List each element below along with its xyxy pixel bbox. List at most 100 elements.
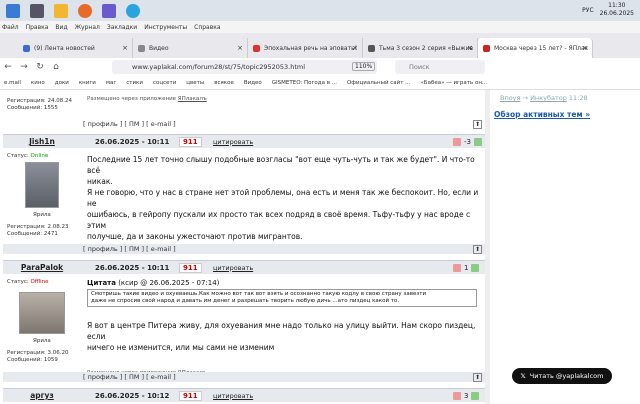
author-meta: Регистрация: 3.06.20 Сообщений: 1059: [7, 350, 69, 363]
scroll-up-icon[interactable]: ⬆: [473, 373, 483, 382]
bookmark-item[interactable]: книги: [79, 80, 96, 86]
close-icon[interactable]: ×: [122, 44, 128, 52]
forward-icon[interactable]: →: [16, 62, 32, 72]
close-icon[interactable]: ×: [352, 44, 358, 52]
windows-icon[interactable]: [6, 3, 20, 18]
home-icon[interactable]: ⌂: [48, 62, 64, 72]
taskbar: РУС 11:30 26.06.2025: [0, 0, 640, 21]
bookmark-item[interactable]: «Бабеа» — играть он...: [420, 80, 487, 86]
rating: -3: [453, 137, 482, 146]
bookmark-item[interactable]: соцсети: [153, 80, 176, 86]
author-name[interactable]: аргуз: [3, 391, 81, 400]
quote-button[interactable]: цитировать: [213, 264, 253, 272]
menu-tools[interactable]: Инструменты: [144, 24, 187, 31]
thumbs-down-icon[interactable]: [453, 137, 461, 146]
tab-series[interactable]: Тьма 3 сезон 2 серия «Выжив ×: [363, 38, 478, 58]
menu-view[interactable]: Вид: [55, 24, 67, 31]
x-logo-icon: 𝕏: [520, 372, 526, 380]
post-date: 26.06.2025 - 10:12: [95, 391, 170, 400]
lang-indicator[interactable]: РУС: [582, 7, 593, 14]
bookmark-item[interactable]: GISMETEO: Погода в ...: [272, 80, 337, 86]
tab-youtube[interactable]: Эпохальная речь на эповать! ×: [248, 38, 363, 58]
bookmark-item[interactable]: e.mail: [4, 80, 21, 86]
author-name[interactable]: Jish1n: [3, 137, 81, 146]
zoom-level[interactable]: 110%: [352, 62, 376, 71]
vote-counter[interactable]: 911: [179, 262, 202, 273]
post-date: 26.06.2025 - 10:11: [95, 137, 170, 146]
post-header: Jish1n 26.06.2025 - 10:11 911 цитировать…: [3, 134, 485, 148]
thumbs-up-icon[interactable]: [471, 391, 480, 400]
author-meta: Регистрация: 2.08.23 Сообщений: 2471: [7, 224, 69, 237]
rating: 3: [453, 391, 480, 400]
quote-button[interactable]: цитировать: [213, 138, 253, 146]
explorer-icon[interactable]: [54, 3, 68, 18]
menu-history[interactable]: Журнал: [75, 24, 100, 31]
post-links: [ профиль ] [ ПМ ] [ e-mail ] ⬆: [83, 373, 483, 382]
search-icon[interactable]: [30, 3, 44, 18]
prev-author-meta: Регистрация: 24.08.24 Сообщений: 1555: [7, 98, 72, 111]
user-status: Статус: Offline: [7, 279, 49, 285]
post-text: Последние 15 лет точно слышу подобные во…: [87, 155, 479, 241]
post-header: ParaPalok 26.06.2025 - 10:11 911 цитиров…: [3, 260, 485, 274]
tab-video[interactable]: Видео ×: [133, 38, 248, 58]
post-header: аргуз 26.06.2025 - 10:12 911 цитировать …: [3, 388, 485, 402]
menu-bar: Файл Правка Вид Журнал Закладки Инструме…: [0, 21, 640, 33]
thumbs-up-icon[interactable]: [473, 137, 482, 146]
avatar: [25, 162, 59, 208]
tray: РУС 11:30 26.06.2025: [582, 2, 634, 18]
quote-button[interactable]: цитировать: [213, 392, 253, 400]
quote-block: Смотришь такие видео и охуеваешь.Как мож…: [87, 289, 477, 307]
tab-strip: (9) Лента новостей × Видео × Эпохальная ре…: [0, 33, 640, 58]
bookmarks-bar: e.mail кино доки книги маг стики соцсети…: [0, 76, 640, 90]
tab-favicon: [23, 44, 30, 52]
bookmark-item[interactable]: кино: [31, 80, 45, 86]
reload-icon[interactable]: ↻: [32, 62, 48, 72]
post-links: [ профиль ] [ ПМ ] [ e-mail ] ⬆: [83, 245, 483, 254]
menu-file[interactable]: Файл: [2, 24, 19, 31]
active-topics-link[interactable]: Обзор активных тем »: [494, 110, 590, 119]
user-rank: Ярила: [33, 338, 51, 344]
bookmark-item[interactable]: цветы: [186, 80, 204, 86]
clock[interactable]: 11:30 26.06.2025: [600, 2, 634, 18]
firefox-icon[interactable]: [78, 3, 92, 18]
tab-vk[interactable]: (9) Лента новостей ×: [18, 38, 133, 58]
post-text: Я вот в центре Питера живу, для охуевани…: [87, 321, 476, 352]
scroll-up-icon[interactable]: ⬆: [473, 245, 483, 254]
scroll-up-icon[interactable]: ⬆: [473, 120, 483, 129]
close-icon[interactable]: ×: [237, 44, 243, 52]
menu-help[interactable]: Справка: [194, 24, 220, 31]
tab-favicon: [368, 44, 375, 52]
menu-edit[interactable]: Правка: [26, 24, 49, 31]
bookmark-item[interactable]: Видео: [244, 80, 262, 86]
vote-counter[interactable]: 911: [179, 390, 202, 401]
menu-bookmarks[interactable]: Закладки: [107, 24, 137, 31]
prev-post-links: [ профиль ] [ ПМ ] [ e-mail ] ⬆: [83, 120, 483, 129]
user-rank: Ярила: [33, 212, 51, 218]
tab-yaplakal[interactable]: Москва через 15 лет? - ЯПлак ×: [478, 38, 593, 58]
right-sidebar: Впоуя → Инкубатор 11:28 Обзор активных т…: [490, 90, 640, 404]
bookmark-item[interactable]: всякое: [214, 80, 234, 86]
thumbs-up-icon[interactable]: [471, 263, 480, 272]
author-name[interactable]: ParaPalok: [3, 263, 81, 272]
twitter-follow-button[interactable]: 𝕏 Читать @yaplakalcom: [512, 368, 612, 384]
telegram-icon[interactable]: [126, 3, 140, 18]
search-input[interactable]: Поиск: [395, 60, 485, 74]
bookmark-item[interactable]: доки: [55, 80, 69, 86]
tab-favicon: [253, 44, 260, 52]
bookmark-item[interactable]: стики: [126, 80, 143, 86]
url-bar[interactable]: www.yaplakal.com/forum28/st/75/topic2952…: [112, 60, 377, 74]
avatar: [19, 292, 65, 334]
vote-counter[interactable]: 911: [179, 136, 202, 147]
post-date: 26.06.2025 - 10:11: [95, 263, 170, 272]
bookmark-item[interactable]: маг: [106, 80, 116, 86]
bookmark-item[interactable]: Официальный сайт ...: [347, 80, 410, 86]
posts-column: Регистрация: 24.08.24 Сообщений: 1555 Ра…: [3, 90, 485, 404]
recent-activity: Впоуя → Инкубатор 11:28: [500, 94, 588, 102]
store-icon[interactable]: [102, 3, 116, 18]
thumbs-down-icon[interactable]: [453, 391, 461, 400]
close-icon[interactable]: ×: [467, 44, 473, 52]
rating: 1: [453, 263, 480, 272]
close-icon[interactable]: ×: [582, 44, 588, 52]
back-icon[interactable]: ←: [0, 62, 16, 72]
thumbs-down-icon[interactable]: [453, 263, 461, 272]
